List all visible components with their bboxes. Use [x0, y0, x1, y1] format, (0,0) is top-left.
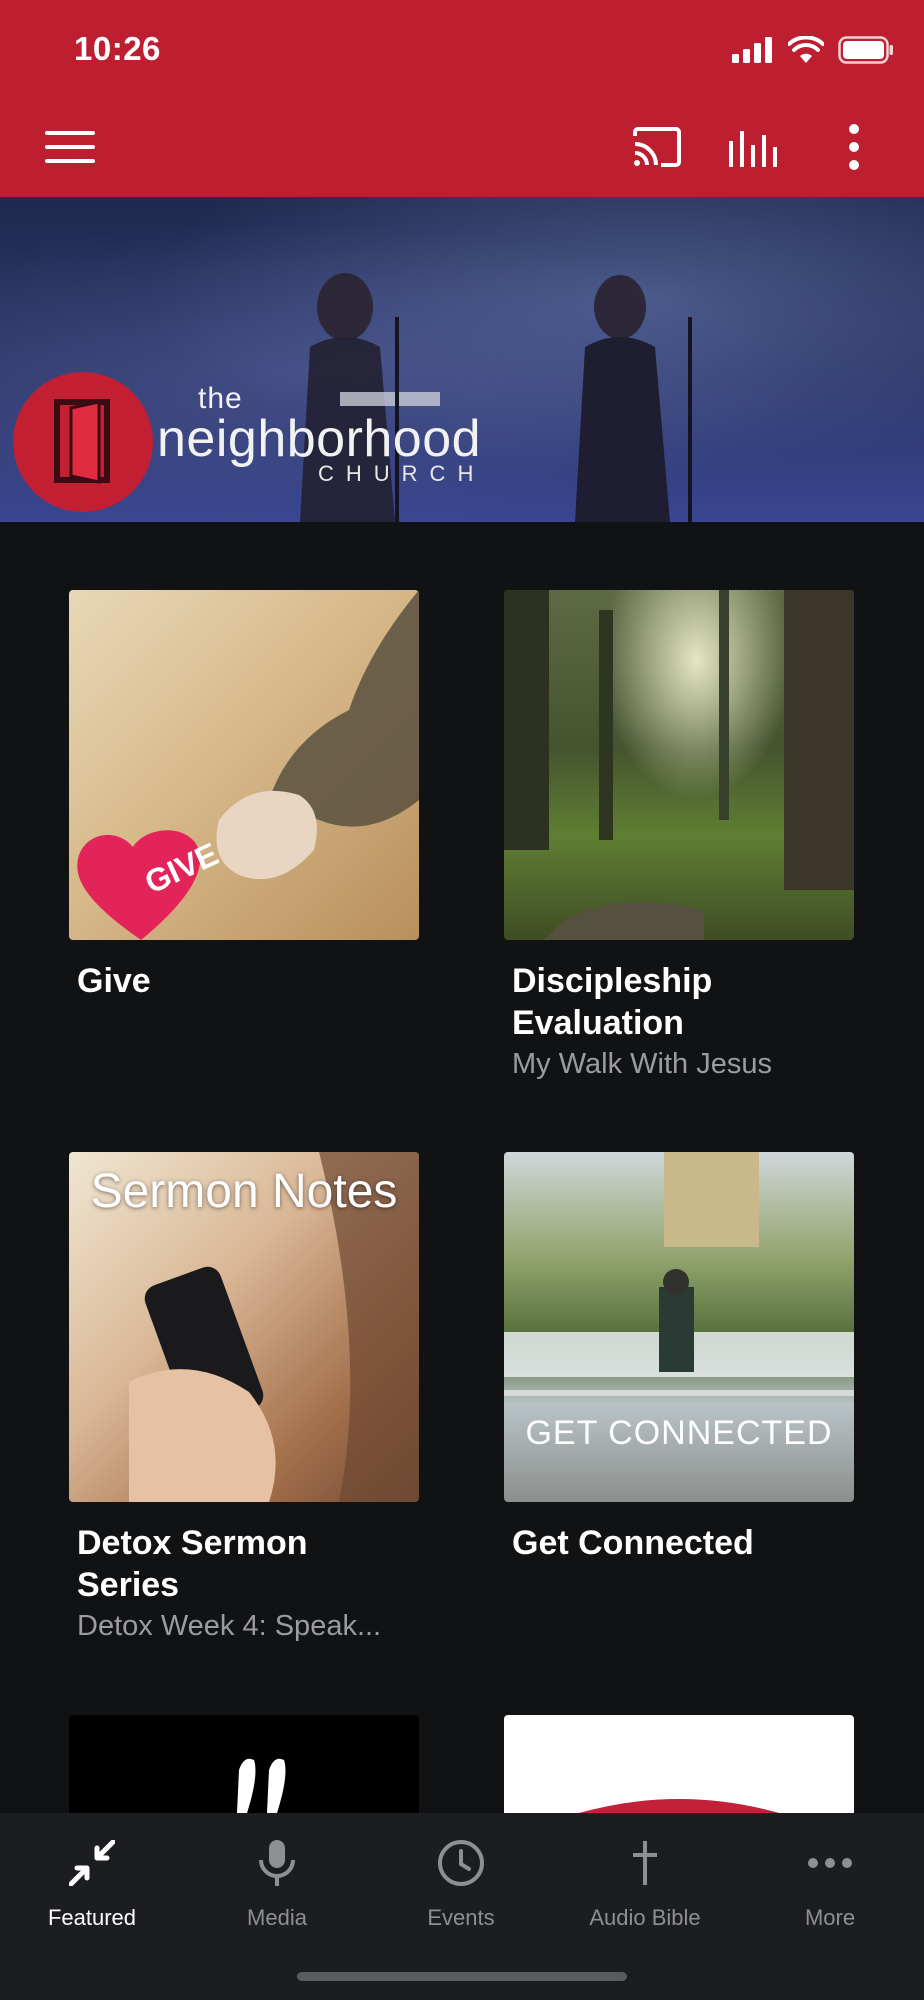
give-thumbnail: GIVE [69, 590, 419, 940]
card-give[interactable]: GIVE Give [69, 590, 419, 1002]
card-get-connected[interactable]: GET CONNECTED Get Connected [504, 1152, 854, 1564]
sermon-notes-thumbnail: Sermon Notes [69, 1152, 419, 1502]
tab-events[interactable]: Events [371, 1833, 551, 1931]
microphone-icon [259, 1840, 295, 1886]
menu-button[interactable] [35, 112, 105, 182]
red-arc-shape [579, 1799, 779, 1813]
card-title: Get Connected [512, 1524, 754, 1562]
partial-thumbnail-left [69, 1715, 419, 1813]
forest-thumbnail [504, 590, 854, 940]
tab-label: Featured [47, 1905, 137, 1930]
hamburger-icon [45, 131, 95, 163]
tab-featured[interactable]: Featured [2, 1833, 182, 1931]
forest-illustration [504, 590, 854, 940]
card-title: Give [77, 962, 151, 1000]
card-subtitle: My Walk With Jesus [512, 1048, 772, 1080]
tab-label: Events [427, 1905, 495, 1930]
card-subtitle: Detox Week 4: Speak... [77, 1610, 382, 1642]
status-time: 10:26 [74, 30, 161, 67]
brand-name: neighborhood [157, 410, 482, 468]
featured-icon [69, 1840, 115, 1886]
signal-icon [732, 37, 772, 63]
cast-button[interactable] [622, 112, 692, 182]
sermon-notes-overlay-text: Sermon Notes [90, 1165, 398, 1218]
quote-mark-icon [237, 1758, 286, 1813]
tab-media[interactable]: Media [187, 1833, 367, 1931]
more-dots-icon [808, 1858, 852, 1868]
brand-church: CHURCH [318, 461, 486, 486]
tab-label: More [804, 1905, 856, 1930]
equalizer-icon [729, 131, 777, 167]
card-discipleship-evaluation[interactable]: Discipleship Evaluation My Walk With Jes… [504, 590, 854, 1084]
vertical-dots-icon [849, 124, 859, 170]
card-partial-right[interactable] [504, 1715, 854, 1813]
cross-icon [633, 1841, 657, 1885]
card-partial-left[interactable] [69, 1715, 419, 1813]
clock-icon [438, 1840, 484, 1886]
overflow-menu-button[interactable] [819, 112, 889, 182]
audio-levels-button[interactable] [720, 112, 790, 182]
home-indicator [297, 1972, 627, 1981]
tab-label: Audio Bible [589, 1905, 701, 1930]
get-connected-overlay-text: GET CONNECTED [525, 1414, 833, 1452]
tab-audio-bible[interactable]: Audio Bible [555, 1833, 735, 1931]
get-connected-thumbnail: GET CONNECTED [504, 1152, 854, 1502]
battery-icon [838, 36, 893, 64]
church-banner: the neighborhood CHURCH [0, 197, 924, 522]
tab-label: Media [247, 1905, 307, 1930]
partial-thumbnail-right [504, 1715, 854, 1813]
card-title: Discipleship Evaluation [512, 962, 713, 1042]
wifi-icon [788, 36, 824, 63]
card-title: Detox Sermon Series [77, 1524, 308, 1604]
tab-more[interactable]: More [740, 1833, 920, 1931]
cast-icon [633, 127, 681, 167]
door-logo-icon [54, 399, 110, 484]
church-logo [13, 372, 153, 512]
status-icons [732, 36, 894, 64]
card-detox-sermon-series[interactable]: Sermon Notes Detox Sermon Series Detox W… [69, 1152, 419, 1646]
app-header: 10:26 [0, 0, 924, 197]
